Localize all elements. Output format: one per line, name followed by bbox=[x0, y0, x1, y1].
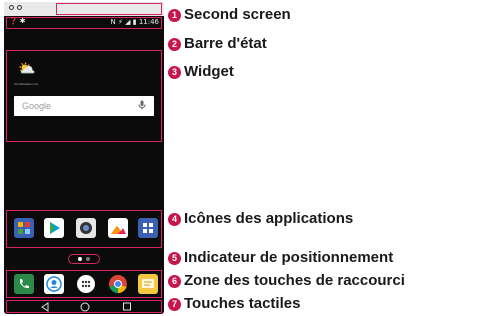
callout-label-2: Barre d'état bbox=[184, 35, 267, 52]
touch-keys-highlight bbox=[6, 300, 162, 313]
callout-number-6: 6 bbox=[168, 275, 181, 288]
phone-screenshot: ❓ ✱ N ⚡ ◢ ▮ 11:46 ⛅ AccuWeather.com Goog… bbox=[4, 2, 164, 314]
status-bar-highlight bbox=[6, 17, 162, 29]
callout-label-7: Touches tactiles bbox=[184, 295, 301, 312]
callout-label-3: Widget bbox=[184, 63, 234, 80]
callout-number-7: 7 bbox=[168, 298, 181, 311]
second-screen-highlight bbox=[56, 3, 162, 15]
widget-highlight bbox=[6, 50, 162, 142]
callout-label-1: Second screen bbox=[184, 6, 291, 23]
shortcut-keys-highlight bbox=[6, 270, 162, 298]
callout-label-5: Indicateur de positionnement bbox=[184, 249, 394, 266]
second-screen-dot-icon bbox=[17, 5, 22, 10]
callout-number-2: 2 bbox=[168, 38, 181, 51]
callout-number-4: 4 bbox=[168, 213, 181, 226]
callout-label-6: Zone des touches de raccourci bbox=[184, 272, 405, 289]
callout-number-1: 1 bbox=[168, 9, 181, 22]
callout-label-4: Icônes des applications bbox=[184, 210, 354, 227]
app-icons-highlight bbox=[6, 210, 162, 248]
callout-number-3: 3 bbox=[168, 66, 181, 79]
callout-number-5: 5 bbox=[168, 252, 181, 265]
second-screen-dot-icon bbox=[9, 5, 14, 10]
position-indicator-highlight bbox=[68, 254, 100, 264]
